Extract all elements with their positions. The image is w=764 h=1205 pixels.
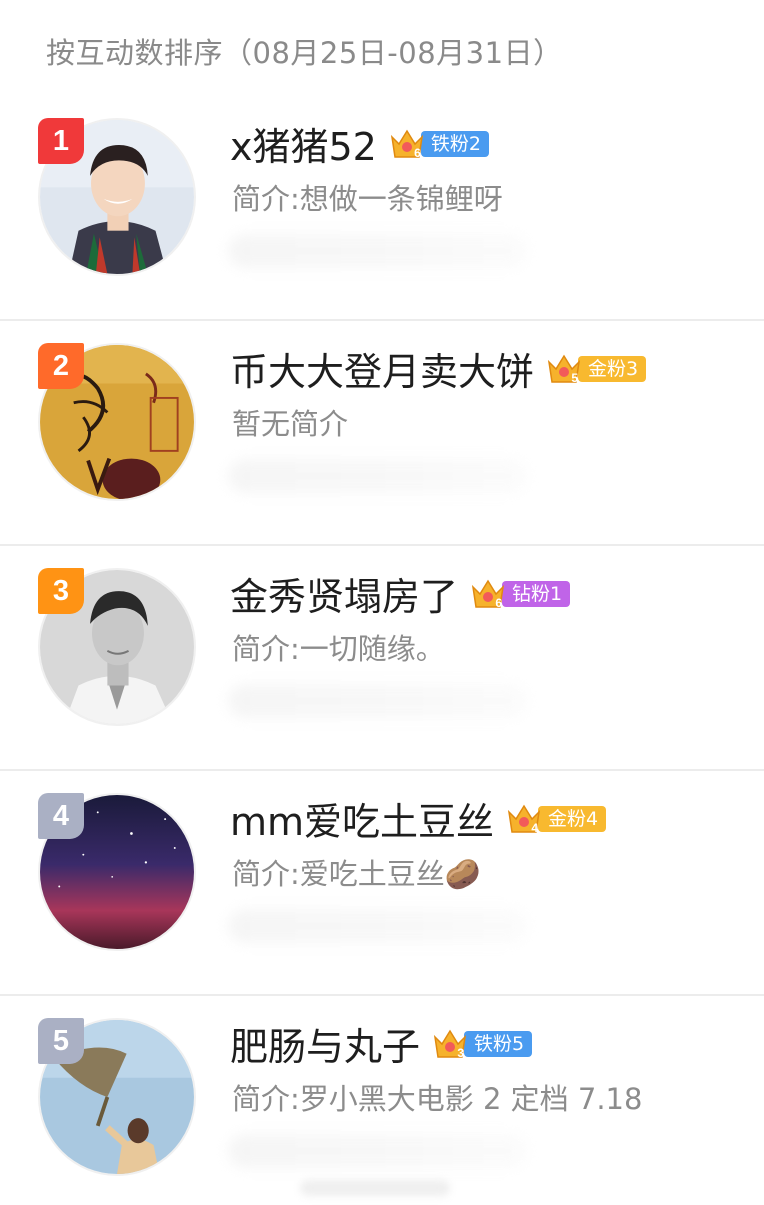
rank-badge: 2 — [38, 343, 84, 389]
crown-icon: 5 — [546, 352, 582, 386]
rank-badge: 5 — [38, 1018, 84, 1064]
user-bio: 简介:爱吃土豆丝🥔 — [232, 857, 481, 891]
fan-level-badge: 3 铁粉5 — [432, 1027, 533, 1061]
fan-level-badge: 5 金粉3 — [546, 352, 647, 386]
blurred-content — [228, 684, 528, 718]
crown-icon: 6 — [470, 577, 506, 611]
blurred-footer — [300, 1180, 450, 1196]
list-item-rank-3[interactable]: 3 金秀贤塌房了 6 钻粉1 简介:一切随缘。 — [0, 546, 764, 771]
avatar[interactable]: 1 — [38, 118, 198, 278]
user-bio: 暂无简介 — [232, 407, 349, 441]
avatar[interactable]: 2 — [38, 343, 198, 503]
rank-badge: 3 — [38, 568, 84, 614]
crown-icon: 6 — [389, 127, 425, 161]
list-item-rank-2[interactable]: 2 币大大登月卖大饼 5 金粉3 暂无简介 — [0, 321, 764, 546]
user-name[interactable]: 肥肠与丸子 — [230, 1016, 420, 1071]
user-bio: 简介:一切随缘。 — [232, 632, 445, 666]
rank-badge: 4 — [38, 793, 84, 839]
list-item-rank-4[interactable]: 4 mm爱吃土豆丝 4 金粉4 简介:爱吃土豆丝🥔 — [0, 771, 764, 996]
blurred-content — [228, 1134, 528, 1168]
fan-level-badge: 4 金粉4 — [506, 802, 607, 836]
user-bio: 简介:罗小黑大电影 2 定档 7.18 — [232, 1082, 643, 1116]
user-name[interactable]: 币大大登月卖大饼 — [230, 341, 534, 396]
user-name[interactable]: 金秀贤塌房了 — [230, 566, 458, 621]
fan-ranking-list: 1 x猪猪52 6 铁粉2 简介:想做一条锦鲤呀 2 币大大登月卖大饼 5 金粉… — [0, 96, 764, 1205]
avatar[interactable]: 3 — [38, 568, 198, 728]
rank-badge: 1 — [38, 118, 84, 164]
list-item-rank-1[interactable]: 1 x猪猪52 6 铁粉2 简介:想做一条锦鲤呀 — [0, 96, 764, 321]
list-item-rank-5[interactable]: 5 肥肠与丸子 3 铁粉5 简介:罗小黑大电影 2 定档 7.18 — [0, 996, 764, 1205]
blurred-content — [228, 909, 528, 943]
user-name[interactable]: mm爱吃土豆丝 — [230, 791, 494, 846]
avatar[interactable]: 4 — [38, 793, 198, 953]
blurred-content — [228, 234, 528, 268]
sort-header: 按互动数排序（08月25日-08月31日） — [46, 36, 563, 70]
avatar[interactable]: 5 — [38, 1018, 198, 1178]
crown-icon: 3 — [432, 1027, 468, 1061]
user-name[interactable]: x猪猪52 — [230, 116, 377, 171]
fan-level-badge: 6 钻粉1 — [470, 577, 571, 611]
blurred-content — [228, 459, 528, 493]
crown-icon: 4 — [506, 802, 542, 836]
fan-level-badge: 6 铁粉2 — [389, 127, 489, 161]
user-bio: 简介:想做一条锦鲤呀 — [232, 182, 503, 216]
